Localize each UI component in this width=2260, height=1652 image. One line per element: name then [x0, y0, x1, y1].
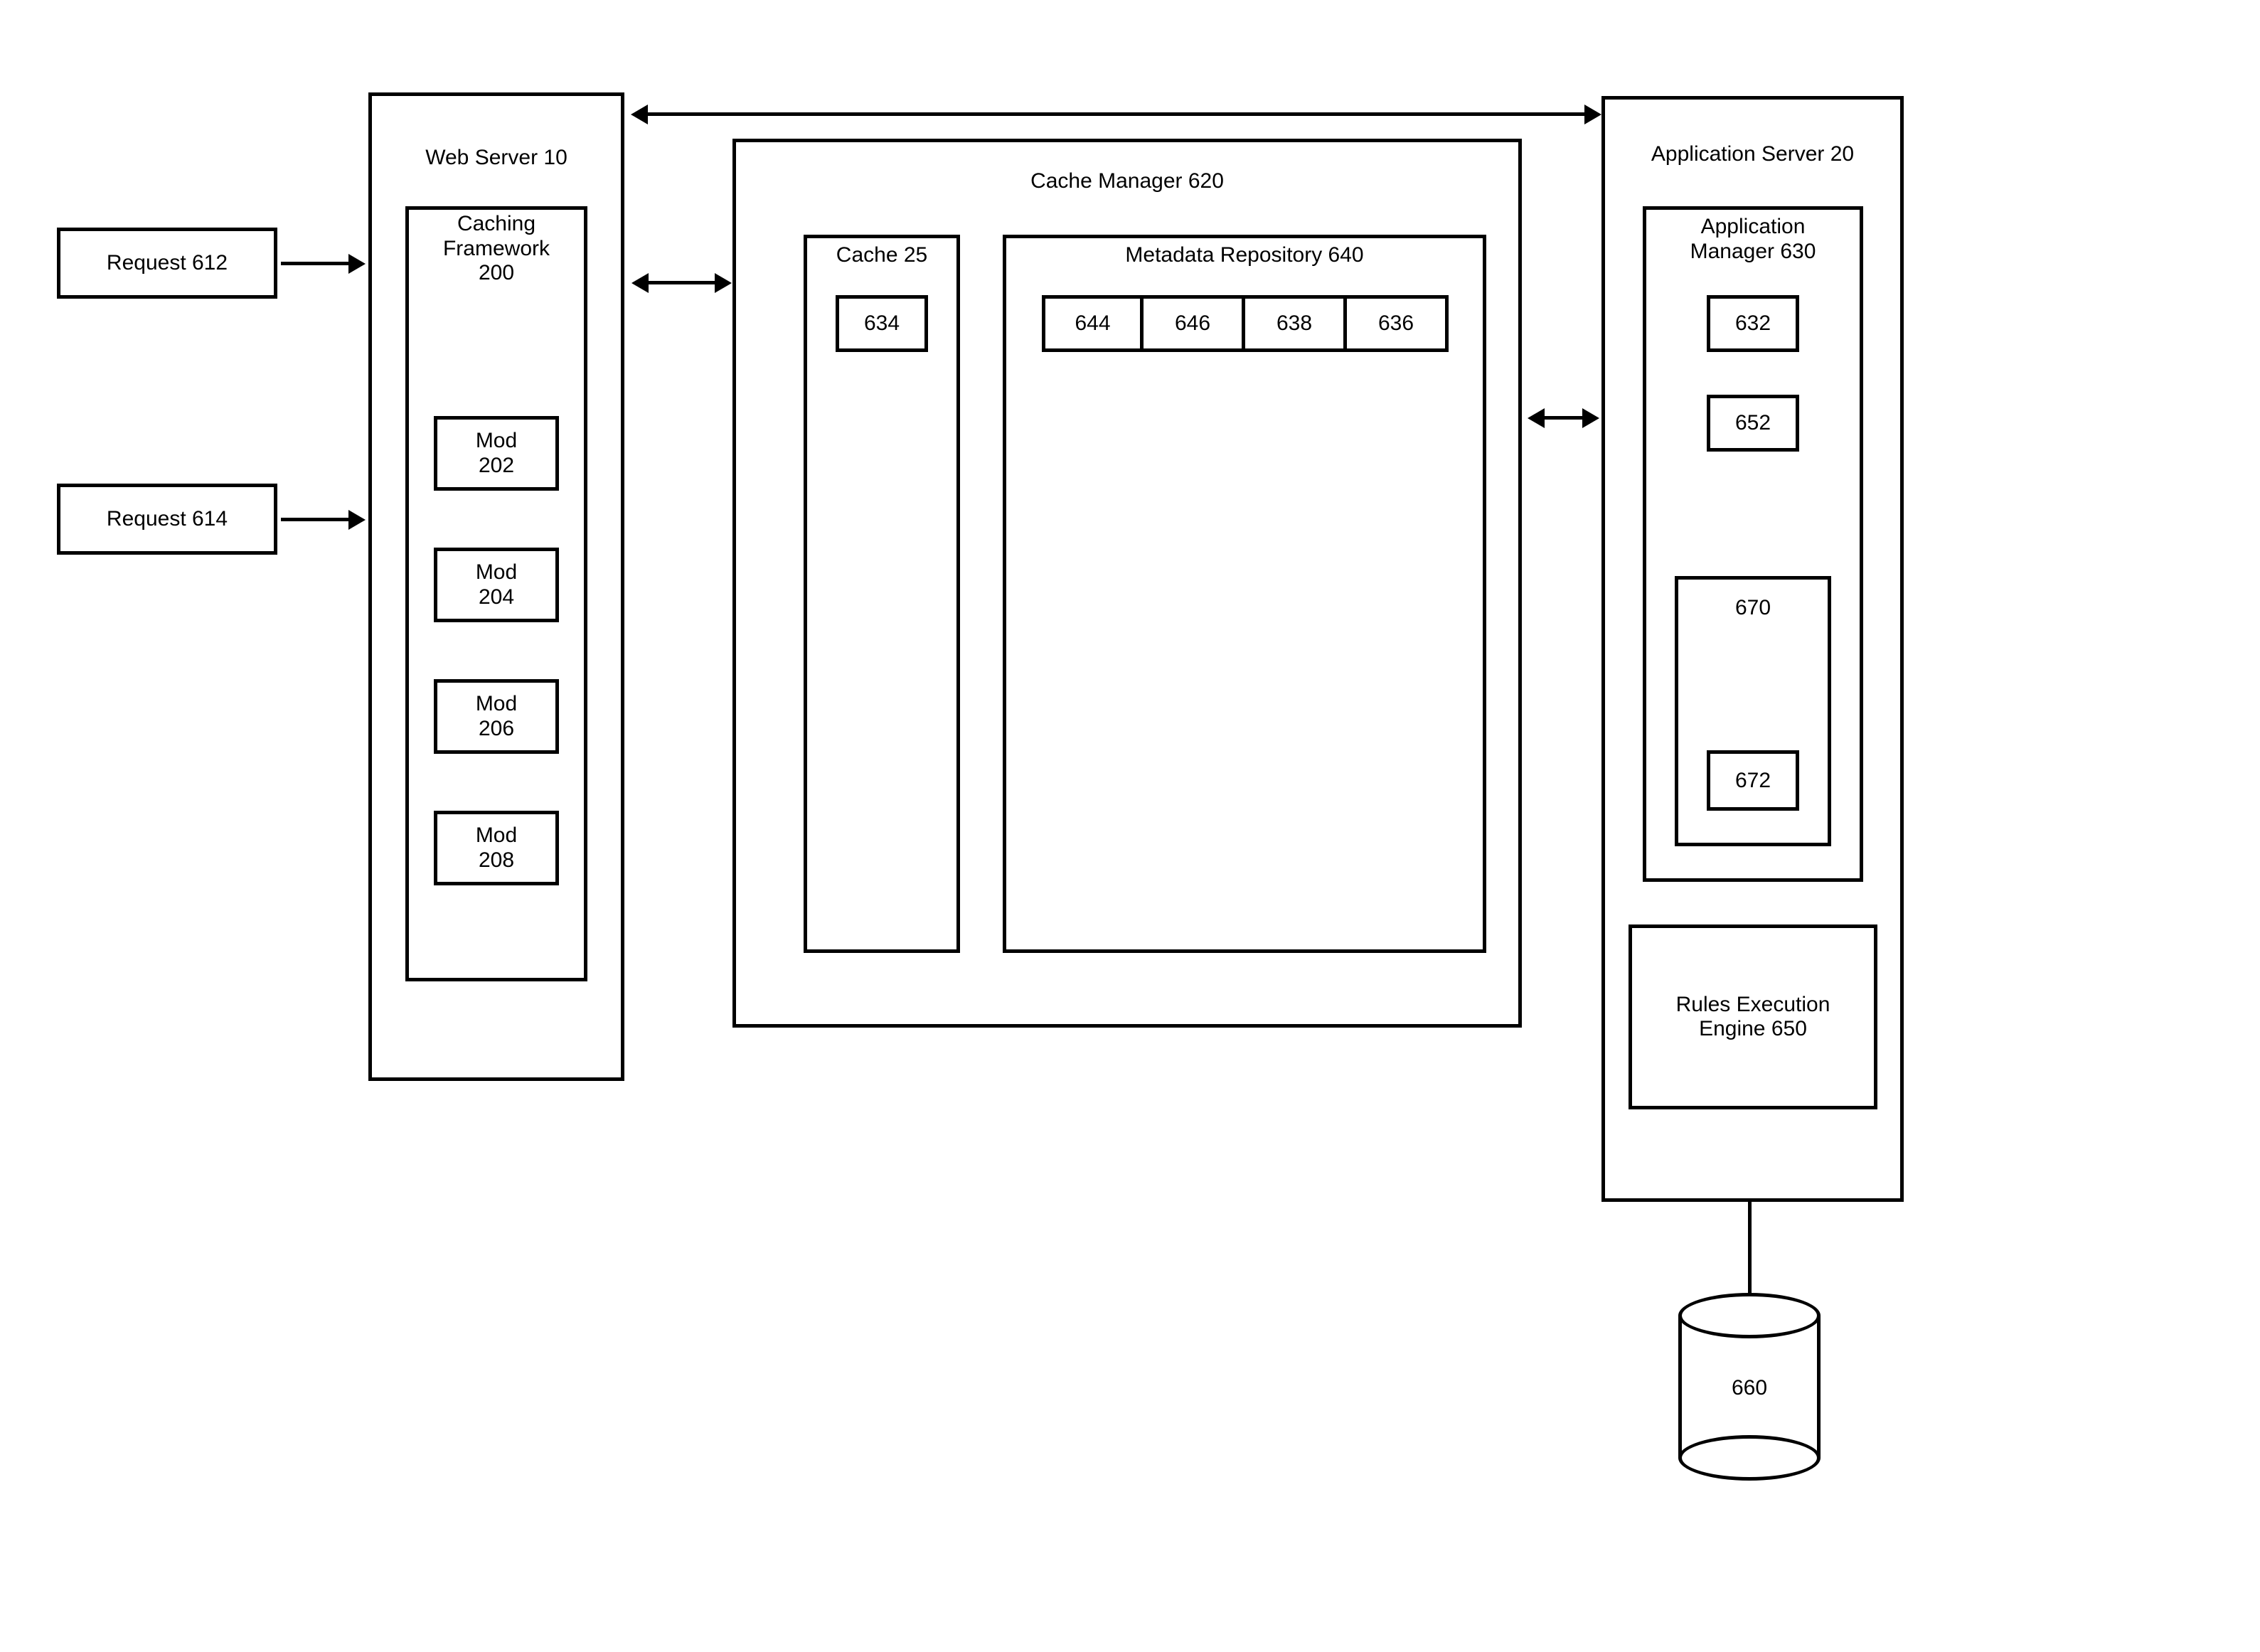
request-612: Request 612: [57, 228, 277, 299]
mod-204-label: Mod 204: [476, 560, 517, 609]
cache-manager-title: Cache Manager 620: [736, 169, 1518, 193]
meta-636: 636: [1347, 295, 1449, 352]
mod-206-label: Mod 206: [476, 692, 517, 741]
arrowhead-cm-as-right: [1582, 408, 1599, 428]
box-672-label: 672: [1735, 769, 1771, 793]
meta-646-label: 646: [1175, 311, 1210, 336]
arrowhead-612: [348, 254, 366, 274]
mod-208-label: Mod 208: [476, 824, 517, 873]
arrow-top: [644, 112, 1589, 116]
mod-206: Mod 206: [434, 679, 559, 754]
box-670-label: 670: [1678, 596, 1828, 620]
request-614: Request 614: [57, 484, 277, 555]
arrow-612-to-webserver: [281, 262, 352, 265]
meta-638-label: 638: [1276, 311, 1312, 336]
meta-636-label: 636: [1378, 311, 1414, 336]
meta-638: 638: [1245, 295, 1347, 352]
box-672: 672: [1707, 750, 1799, 811]
rules-engine-label: Rules Execution Engine 650: [1676, 993, 1830, 1042]
arrowhead-cm-as-left: [1528, 408, 1545, 428]
meta-646: 646: [1144, 295, 1245, 352]
database-660-label: 660: [1682, 1376, 1817, 1400]
database-660: 660: [1678, 1316, 1821, 1458]
cache-item-634-label: 634: [864, 311, 900, 336]
arrowhead-614: [348, 510, 366, 530]
box-652-label: 652: [1735, 411, 1771, 435]
cache-25-title: Cache 25: [807, 243, 956, 267]
arrow-614-to-webserver: [281, 518, 352, 521]
mod-208: Mod 208: [434, 811, 559, 885]
meta-644-label: 644: [1075, 311, 1110, 336]
connector-as-db: [1748, 1202, 1752, 1294]
request-612-label: Request 612: [107, 251, 228, 275]
arrow-ws-cm: [647, 281, 718, 284]
arrowhead-ws-cm-right: [715, 273, 732, 293]
web-server-title: Web Server 10: [370, 146, 623, 170]
caching-framework-title: Caching Framework 200: [409, 212, 584, 286]
metadata-repository-title: Metadata Repository 640: [1006, 243, 1483, 267]
arrowhead-ws-cm-left: [631, 273, 649, 293]
arrowhead-top-right: [1584, 105, 1601, 124]
box-652: 652: [1707, 395, 1799, 452]
mod-202: Mod 202: [434, 416, 559, 491]
meta-644: 644: [1042, 295, 1144, 352]
mod-204: Mod 204: [434, 548, 559, 622]
request-614-label: Request 614: [107, 507, 228, 531]
application-manager-title: Application Manager 630: [1646, 215, 1860, 264]
arrow-cm-as: [1543, 416, 1586, 420]
box-632: 632: [1707, 295, 1799, 352]
box-632-label: 632: [1735, 311, 1771, 336]
rules-engine: Rules Execution Engine 650: [1629, 924, 1877, 1109]
architecture-diagram: Request 612 Request 614 Web Server 10 Ca…: [0, 0, 2260, 1652]
cache-item-634: 634: [836, 295, 928, 352]
application-server-title: Application Server 20: [1605, 142, 1900, 166]
mod-202-label: Mod 202: [476, 429, 517, 478]
